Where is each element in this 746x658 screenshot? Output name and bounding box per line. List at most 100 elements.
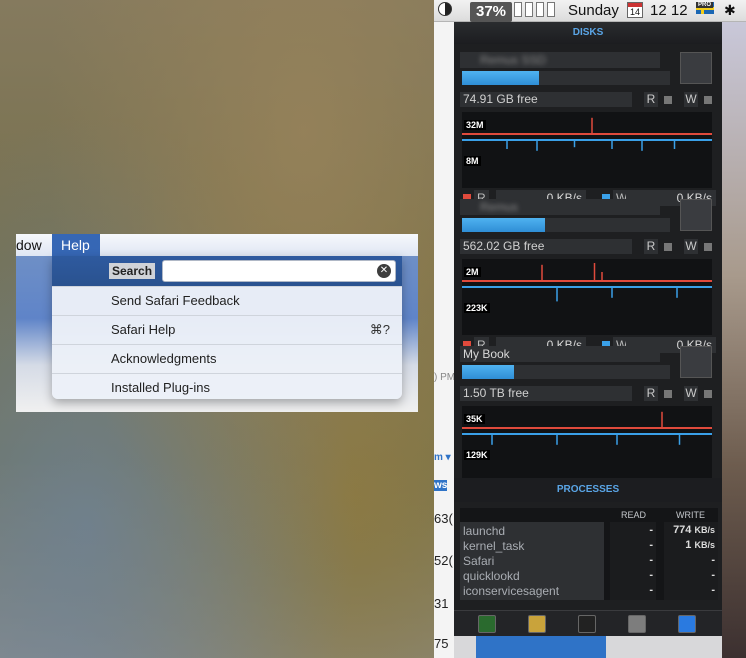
disk-free-space: 562.02 GB free <box>460 239 632 254</box>
input-source-badge: PRO <box>696 2 714 8</box>
istat-icon[interactable] <box>528 615 546 633</box>
disk-activity-panel: DISKS Remus SSD 74.91 GB free R W 32M 8M… <box>454 22 722 636</box>
menubar-day[interactable]: Sunday <box>568 2 619 19</box>
page-fragment: ) PM <box>434 372 456 383</box>
clear-search-icon[interactable]: ✕ <box>377 264 391 278</box>
preview-icon[interactable] <box>628 615 646 633</box>
disk-name: My Book <box>463 347 510 361</box>
process-read-value: - <box>649 539 653 551</box>
disk-name-bar: Remus SSD <box>460 52 660 68</box>
background-page-strip: ) PM m ▾ ws 63( 52( 31 75 <box>434 22 456 658</box>
process-write-value: 774 KB/s <box>673 524 715 536</box>
disk-activity-graph: 2M 223K <box>462 259 712 335</box>
calendar-icon[interactable]: 14 <box>627 2 643 18</box>
read-toggle-checkbox[interactable] <box>664 243 672 251</box>
disk-usage-bar <box>462 218 670 232</box>
page-fragment: m ▾ <box>434 452 451 463</box>
process-read-value: - <box>649 524 653 536</box>
process-write-value: - <box>711 584 715 596</box>
write-toggle-checkbox[interactable] <box>704 390 712 398</box>
page-fragment: 52( <box>434 553 453 568</box>
process-table: READ WRITE launchd kernel_task Safari quick… <box>460 508 718 600</box>
external-drive-icon <box>680 346 712 378</box>
process-write-value: - <box>711 554 715 566</box>
graph-bottom-scale-label: 8M <box>464 156 481 166</box>
read-toggle-checkbox[interactable] <box>664 390 672 398</box>
graph-top-scale-label: 32M <box>464 120 486 130</box>
menu-item-label: Acknowledgments <box>111 351 217 366</box>
process-name[interactable]: iconservicesagent <box>463 584 559 598</box>
processes-section-title: PROCESSES <box>454 478 722 502</box>
activity-monitor-icon[interactable] <box>478 615 496 633</box>
disk-free-space: 1.50 TB free <box>460 386 632 401</box>
menu-bar: 37% Sunday 14 12 12 PRO ✱ <box>434 0 746 22</box>
disk-card[interactable]: Remus 562.02 GB free R W 2M 223K R 0 KB/… <box>454 191 722 353</box>
write-toggle-label[interactable]: W <box>684 239 698 254</box>
read-toggle-label[interactable]: R <box>644 239 658 254</box>
process-name-column: launchd kernel_task Safari quicklookd iconse… <box>460 522 604 600</box>
bluetooth-icon[interactable]: ✱ <box>724 2 736 19</box>
disk-name-bar: Remus <box>460 199 660 215</box>
disk-activity-graph: 35K 129K <box>462 406 712 482</box>
process-read-column: - - - - - <box>610 522 656 600</box>
menu-item-installed-plugins[interactable]: Installed Plug-ins <box>52 373 402 399</box>
read-toggle-checkbox[interactable] <box>664 96 672 104</box>
process-name[interactable]: launchd <box>463 524 505 538</box>
wallpaper-strip <box>722 20 746 658</box>
page-fragment: 63( <box>434 511 453 526</box>
safari-help-menu-fragment: dow Help Search ✕ Send Safari Feedback S… <box>16 234 418 412</box>
safari-icon[interactable] <box>678 615 696 633</box>
disk-free-space: 74.91 GB free <box>460 92 632 107</box>
graph-top-scale-label: 2M <box>464 267 481 277</box>
help-search-row: Search ✕ <box>52 256 402 286</box>
process-write-value: - <box>711 569 715 581</box>
battery-percent[interactable]: 37% <box>470 2 513 22</box>
menu-item-send-feedback[interactable]: Send Safari Feedback <box>52 286 402 315</box>
help-dropdown: Search ✕ Send Safari Feedback Safari Hel… <box>52 256 402 399</box>
panel-app-shortcuts <box>454 610 722 636</box>
imac-icon <box>680 199 712 231</box>
read-toggle-label[interactable]: R <box>644 386 658 401</box>
terminal-icon[interactable] <box>578 615 596 633</box>
page-fragment: 31 <box>434 596 449 611</box>
page-fragment: ws <box>434 480 448 491</box>
process-name[interactable]: Safari <box>463 554 494 568</box>
flash-drive-icon <box>680 52 712 84</box>
disk-usage-bar <box>462 71 670 85</box>
process-write-value: 1 KB/s <box>685 539 715 551</box>
write-toggle-label[interactable]: W <box>684 92 698 107</box>
disk-card[interactable]: Remus SSD 74.91 GB free R W 32M 8M R 0 K… <box>454 44 722 206</box>
menu-help[interactable]: Help <box>52 234 100 256</box>
menu-item-shortcut: ⌘? <box>369 322 390 337</box>
write-toggle-label[interactable]: W <box>684 386 698 401</box>
write-toggle-checkbox[interactable] <box>704 96 712 104</box>
process-name[interactable]: quicklookd <box>463 569 520 583</box>
menubar-clock[interactable]: 12 12 <box>650 2 688 19</box>
background-page-element <box>476 636 606 658</box>
disk-activity-graph: 32M 8M <box>462 112 712 188</box>
menu-item-label: Send Safari Feedback <box>111 293 240 308</box>
menu-item-safari-help[interactable]: Safari Help ⌘? <box>52 315 402 344</box>
process-read-value: - <box>649 554 653 566</box>
write-toggle-checkbox[interactable] <box>704 243 712 251</box>
read-toggle-label[interactable]: R <box>644 92 658 107</box>
menu-item-acknowledgments[interactable]: Acknowledgments <box>52 344 402 373</box>
disks-section-title: DISKS <box>454 22 722 44</box>
disk-card[interactable]: My Book 1.50 TB free R W 35K 129K R 0 KB… <box>454 338 722 500</box>
read-column-header: READ <box>621 510 647 520</box>
process-read-value: - <box>649 584 653 596</box>
graph-bottom-scale-label: 223K <box>464 303 490 313</box>
disk-name-bar: My Book <box>460 346 660 362</box>
graph-bottom-scale-label: 129K <box>464 450 490 460</box>
menu-item-label: Installed Plug-ins <box>111 380 210 395</box>
menu-item-label: Safari Help <box>111 322 176 337</box>
display-icon[interactable] <box>438 2 452 16</box>
process-write-column: 774 KB/s 1 KB/s - - - <box>664 522 718 600</box>
disk-name: Remus SSD <box>480 53 547 67</box>
page-fragment: 75 <box>434 636 449 651</box>
help-search-input[interactable] <box>162 260 396 282</box>
cpu-meter-icon[interactable] <box>514 2 555 17</box>
menu-window[interactable]: dow <box>16 237 42 253</box>
process-name[interactable]: kernel_task <box>463 539 524 553</box>
write-column-header: WRITE <box>676 510 705 520</box>
